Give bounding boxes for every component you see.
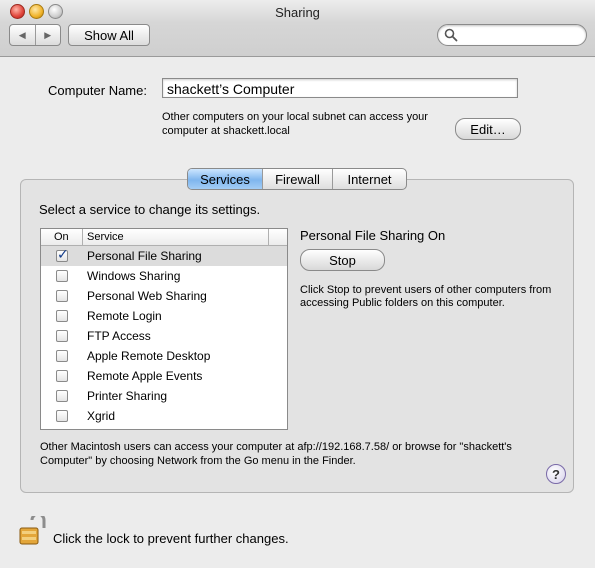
search-input[interactable] [460,27,582,44]
tab-firewall[interactable]: Firewall [263,169,333,189]
service-row[interactable]: Printer Sharing [41,386,287,406]
service-label: Remote Login [87,309,162,323]
service-checkbox[interactable] [56,390,68,402]
tab-bar: Services Firewall Internet [187,168,407,190]
service-row[interactable]: Apple Remote Desktop [41,346,287,366]
checkmark-icon: ✓ [57,246,69,262]
service-checkbox[interactable] [56,310,68,322]
service-label: Personal Web Sharing [87,289,207,303]
stop-button[interactable]: Stop [300,249,385,271]
service-checkbox[interactable]: ✓ [56,246,69,262]
tab-internet[interactable]: Internet [333,169,406,189]
lock-icon[interactable] [18,516,46,548]
service-label: Apple Remote Desktop [87,349,211,363]
services-hint: Select a service to change its settings. [39,202,261,217]
service-label: Personal File Sharing [87,249,202,263]
service-checkbox[interactable] [56,370,68,382]
search-icon [444,28,458,42]
service-label: Xgrid [87,409,116,423]
service-label: Remote Apple Events [87,369,203,383]
edit-button[interactable]: Edit… [455,118,521,140]
access-note: Other Macintosh users can access your co… [40,441,512,467]
window-title: Sharing [275,5,320,20]
service-row[interactable]: FTP Access [41,326,287,346]
services-list-header: On Service [41,229,287,246]
service-status-title: Personal File Sharing On [300,228,446,243]
service-checkbox[interactable] [56,290,68,302]
search-field[interactable] [437,24,587,46]
lock-text: Click the lock to prevent further change… [53,531,289,546]
service-label: Windows Sharing [87,269,181,283]
column-header-on[interactable]: On [41,229,83,245]
back-icon[interactable]: ◀ [10,25,36,45]
show-all-button[interactable]: Show All [68,24,150,46]
service-label: FTP Access [87,329,151,343]
service-row[interactable]: Xgrid [41,406,287,426]
back-forward-control: ◀ ▶ [9,24,61,46]
service-status-description: Click Stop to prevent users of other com… [300,284,552,309]
forward-icon[interactable]: ▶ [36,25,61,45]
computer-name-label: Computer Name: [48,83,147,98]
computer-name-field[interactable]: shackett’s Computer [162,78,518,98]
service-checkbox[interactable] [56,410,68,422]
services-rows: ✓ Personal File Sharing Windows Sharing Per… [41,246,287,426]
service-row[interactable]: ✓ Personal File Sharing [41,246,287,266]
services-list[interactable]: On Service ✓ Personal File Sharing Windows… [40,228,288,430]
service-row[interactable]: Windows Sharing [41,266,287,286]
service-checkbox[interactable] [56,270,68,282]
window-titlebar: Sharing ◀ ▶ Show All [0,0,595,57]
column-header-service[interactable]: Service [83,229,269,245]
service-label: Printer Sharing [87,389,168,403]
help-button[interactable]: ? [546,464,566,484]
computer-name-description: Other computers on your local subnet can… [162,111,428,137]
tab-services[interactable]: Services [188,169,263,189]
service-row[interactable]: Personal Web Sharing [41,286,287,306]
service-checkbox[interactable] [56,350,68,362]
service-row[interactable]: Remote Apple Events [41,366,287,386]
service-row[interactable]: Remote Login [41,306,287,326]
service-checkbox[interactable] [56,330,68,342]
